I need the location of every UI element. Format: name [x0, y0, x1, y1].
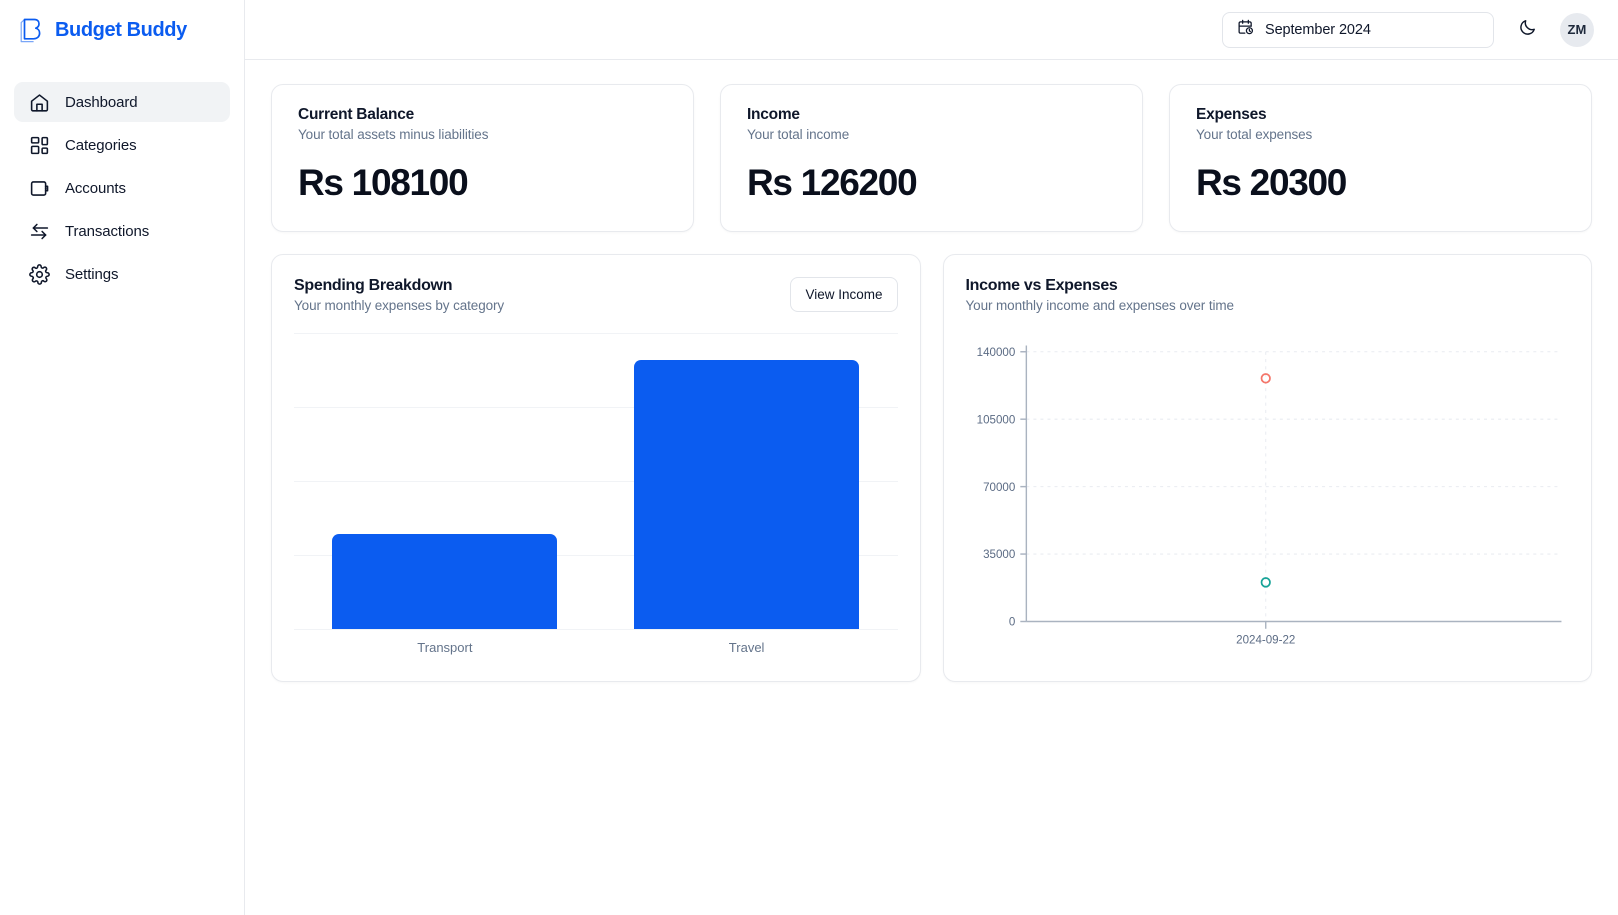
calendar-clock-icon	[1237, 19, 1254, 41]
bar-column-travel	[634, 333, 860, 629]
budget-buddy-b-logo-icon	[14, 14, 46, 46]
gear-icon	[28, 263, 50, 285]
spending-breakdown-panel: Spending Breakdown Your monthly expenses…	[271, 254, 921, 682]
bar-transport[interactable]	[332, 533, 558, 629]
sidebar-item-label: Settings	[65, 265, 119, 283]
y-tick-label: 0	[1008, 615, 1015, 628]
grid-icon	[28, 134, 50, 156]
panel-title: Income vs Expenses	[965, 277, 1118, 294]
moon-icon	[1518, 18, 1537, 42]
panel-heading-group: Income vs Expenses Your monthly income a…	[965, 277, 1235, 313]
sidebar-item-settings[interactable]: Settings	[14, 254, 230, 294]
panel-subtitle: Your monthly expenses by category	[294, 298, 505, 313]
main-area: September 2024 ZM Current Balance Your t…	[245, 0, 1618, 915]
bar-x-label: Transport	[417, 639, 473, 655]
charts-row: Spending Breakdown Your monthly expenses…	[271, 254, 1592, 682]
sidebar-item-categories[interactable]: Categories	[14, 125, 230, 165]
y-axis-ticks	[1019, 351, 1026, 623]
date-picker[interactable]: September 2024	[1222, 11, 1494, 48]
stat-card-subtitle: Your total expenses	[1196, 127, 1313, 142]
avatar[interactable]: ZM	[1560, 12, 1594, 47]
sidebar-item-dashboard[interactable]: Dashboard	[14, 82, 230, 122]
sidebar-item-label: Dashboard	[65, 93, 138, 111]
line-chart-gridlines	[1025, 351, 1557, 555]
income-vs-expenses-panel: Income vs Expenses Your monthly income a…	[942, 254, 1592, 682]
wallet-icon	[28, 177, 50, 199]
brand-name: Budget Buddy	[55, 18, 187, 41]
panel-header: Spending Breakdown Your monthly expenses…	[294, 277, 898, 313]
date-picker-value: September 2024	[1265, 21, 1371, 38]
sidebar-item-transactions[interactable]: Transactions	[14, 211, 230, 251]
y-tick-label: 70000	[983, 481, 1016, 494]
bar-series	[294, 333, 898, 629]
stat-card-subtitle: Your total income	[747, 127, 850, 142]
topbar: September 2024 ZM	[245, 0, 1618, 60]
bar-column-transport	[332, 333, 558, 629]
sidebar-nav: Dashboard Categories Accounts Transactio…	[0, 82, 244, 294]
stat-card-title: Income	[747, 106, 800, 123]
brand-logo[interactable]: Budget Buddy	[0, 0, 244, 60]
stat-card-value: Rs 126200	[747, 162, 918, 203]
dashboard-content: Current Balance Your total assets minus …	[245, 60, 1618, 915]
bar-chart-x-labels: Transport Travel	[294, 635, 898, 659]
line-chart-svg: 140000 105000 70000 35000 0 2024-09-22	[976, 345, 1561, 646]
home-icon	[28, 91, 50, 113]
avatar-initials: ZM	[1567, 22, 1587, 37]
stat-card-expenses: Expenses Your total expenses Rs 20300	[1169, 84, 1592, 232]
bar-travel[interactable]	[634, 359, 860, 629]
app-root: Budget Buddy Dashboard Categories Accoun…	[0, 0, 1618, 915]
stat-card-title: Current Balance	[298, 106, 414, 123]
income-expenses-line-chart: 140000 105000 70000 35000 0 2024-09-22	[966, 331, 1570, 663]
stat-card-value: Rs 108100	[298, 162, 469, 203]
spending-bar-chart: Transport Travel	[294, 333, 898, 663]
panel-subtitle: Your monthly income and expenses over ti…	[965, 298, 1235, 313]
stat-cards-row: Current Balance Your total assets minus …	[271, 84, 1592, 232]
transfer-arrows-icon	[28, 220, 50, 242]
stat-card-current-balance: Current Balance Your total assets minus …	[271, 84, 694, 232]
y-tick-label: 105000	[976, 413, 1015, 426]
sidebar-item-accounts[interactable]: Accounts	[14, 168, 230, 208]
stat-card-subtitle: Your total assets minus liabilities	[298, 127, 489, 142]
stat-card-title: Expenses	[1196, 106, 1267, 123]
sidebar-item-label: Transactions	[65, 222, 150, 240]
theme-toggle-button[interactable]	[1510, 13, 1544, 47]
stat-card-value: Rs 20300	[1196, 162, 1347, 203]
bar-x-label: Travel	[728, 639, 765, 655]
panel-heading-group: Spending Breakdown Your monthly expenses…	[294, 277, 504, 313]
panel-header: Income vs Expenses Your monthly income a…	[966, 277, 1570, 313]
panel-title: Spending Breakdown	[294, 277, 453, 294]
x-tick-label: 2024-09-22	[1236, 633, 1295, 646]
sidebar-item-label: Categories	[65, 136, 137, 154]
y-tick-label: 35000	[983, 548, 1016, 561]
sidebar: Budget Buddy Dashboard Categories Accoun…	[0, 0, 245, 915]
stat-card-income: Income Your total income Rs 126200	[720, 84, 1143, 232]
sidebar-item-label: Accounts	[65, 179, 126, 197]
view-income-button[interactable]: View Income	[790, 277, 898, 312]
y-tick-label: 140000	[976, 346, 1015, 359]
gridline	[294, 629, 898, 630]
